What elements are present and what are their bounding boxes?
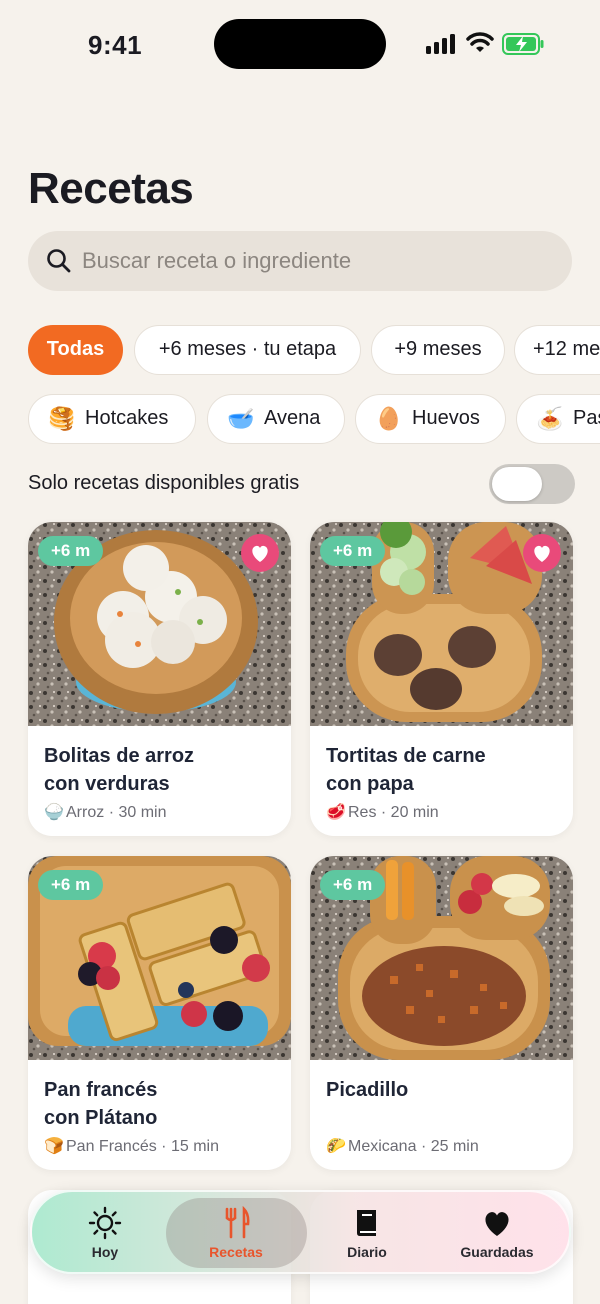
dynamic-island (214, 19, 386, 69)
nav-item-hoy[interactable]: Hoy (40, 1192, 170, 1272)
page-title: Recetas (28, 164, 194, 213)
recipe-title-line: Bolitas de arroz (44, 745, 195, 767)
chip-label: Huevos (412, 407, 480, 429)
recipe-ingredient: Res (348, 804, 377, 821)
stage-badge: +6 m (320, 536, 386, 566)
recipe-meta: 🥩 Res · 20 min (326, 802, 439, 822)
fork-knife-icon (225, 1206, 250, 1239)
search-placeholder: Buscar receta o ingrediente (82, 248, 352, 273)
recipe-title-line: Tortitas de carne (326, 745, 486, 767)
heart-icon (485, 1212, 509, 1236)
stage-badge: +6 m (38, 536, 104, 566)
book-icon (357, 1210, 376, 1236)
recipe-meta: 🍞 Pan Francés · 15 min (44, 1136, 219, 1156)
chip-label: Pas (573, 407, 600, 429)
nav-item-guardadas[interactable]: Guardadas (432, 1192, 562, 1272)
stage-badge: +6 m (320, 870, 386, 900)
recipe-meta: 🌮 Mexicana · 25 min (326, 1136, 479, 1156)
status-bar: 9:41 (0, 0, 600, 90)
recipe-card[interactable]: +6 m Tortitas de carne con papa 🥩 Res · 20… (310, 522, 573, 836)
search-icon (47, 249, 71, 273)
bottom-nav: Hoy Recetas Diario Guardadas (30, 1190, 571, 1274)
egg-icon: 🥚 (375, 406, 403, 431)
recipe-ingredient: Mexicana (348, 1138, 417, 1155)
age-filter-row: Todas +6 meses · tu etapa +9 meses +12 m… (28, 325, 600, 375)
nav-label: Hoy (91, 1244, 119, 1260)
nav-label: Diario (347, 1244, 387, 1260)
recipe-time: · 30 min (108, 804, 167, 821)
recipe-title-line: con Plátano (44, 1107, 158, 1129)
recipe-time: · 20 min (380, 804, 439, 821)
toggle-knob (492, 467, 542, 501)
recipe-card[interactable]: +6 m Bolitas de arroz con verduras 🍚 Arroz… (28, 522, 291, 836)
recipe-meta: 🍚 Arroz · 30 min (44, 802, 166, 822)
free-recipes-toggle[interactable] (489, 464, 575, 504)
recipe-ingredient: Arroz (66, 804, 105, 821)
wifi-icon (466, 32, 494, 52)
pancakes-icon: 🥞 (48, 406, 76, 431)
free-recipes-label: Solo recetas disponibles gratis (28, 472, 300, 494)
chip-todas[interactable]: Todas (28, 325, 123, 375)
chip-huevos[interactable]: 🥚 Huevos (355, 394, 506, 444)
chip-avena[interactable]: 🥣 Avena (207, 394, 345, 444)
rice-icon: 🍚 (44, 804, 64, 821)
recipe-title-line: con verduras (44, 773, 170, 795)
pasta-icon: 🍝 (536, 406, 564, 431)
recipe-title: Bolitas de arroz con verduras (44, 742, 279, 798)
battery-charging-icon (502, 33, 544, 55)
recipe-time: · 15 min (161, 1138, 219, 1155)
recipe-time: · 25 min (420, 1138, 479, 1155)
heart-icon (252, 545, 268, 562)
sun-icon (88, 1206, 122, 1240)
nav-label: Guardadas (460, 1244, 534, 1260)
recipe-title-line: Picadillo (326, 1079, 409, 1101)
meat-icon: 🥩 (326, 804, 346, 821)
chip-12-meses[interactable]: +12 me (514, 325, 600, 375)
chip-pasta[interactable]: 🍝 Pas (516, 394, 600, 444)
chip-label: Hotcakes (85, 407, 169, 429)
recipe-card[interactable]: +6 m Picadillo 🌮 Mexicana · 25 min (310, 856, 573, 1170)
recipe-title-line: Pan francés (44, 1079, 158, 1101)
stage-badge: +6 m (38, 870, 104, 900)
favorite-button[interactable] (523, 534, 561, 572)
nav-item-diario[interactable]: Diario (302, 1192, 432, 1272)
recipe-title: Pan francés con Plátano (44, 1076, 279, 1132)
chip-9-meses[interactable]: +9 meses (371, 325, 505, 375)
favorite-button[interactable] (241, 534, 279, 572)
nav-item-recetas[interactable]: Recetas (171, 1192, 301, 1272)
recipe-card[interactable]: +6 m Pan francés con Plátano 🍞 Pan Francés… (28, 856, 291, 1170)
heart-icon (534, 545, 550, 562)
recipe-ingredient: Pan Francés (66, 1138, 157, 1155)
chip-label: Avena (264, 407, 321, 429)
cellular-signal-icon (426, 34, 456, 54)
taco-icon: 🌮 (326, 1138, 346, 1155)
food-filter-row: 🥞 Hotcakes 🥣 Avena 🥚 Huevos 🍝 Pas (28, 394, 600, 444)
chip-hotcakes[interactable]: 🥞 Hotcakes (28, 394, 196, 444)
nav-label: Recetas (209, 1244, 263, 1260)
search-input[interactable]: Buscar receta o ingrediente (28, 231, 572, 291)
recipe-title-line: con papa (326, 773, 414, 795)
recipe-title: Picadillo (326, 1076, 561, 1104)
status-time: 9:41 (88, 30, 143, 60)
oatmeal-bowl-icon: 🥣 (227, 406, 255, 431)
chip-6-meses[interactable]: +6 meses · tu etapa (134, 325, 361, 375)
recipe-title: Tortitas de carne con papa (326, 742, 561, 798)
bread-icon: 🍞 (44, 1138, 64, 1155)
